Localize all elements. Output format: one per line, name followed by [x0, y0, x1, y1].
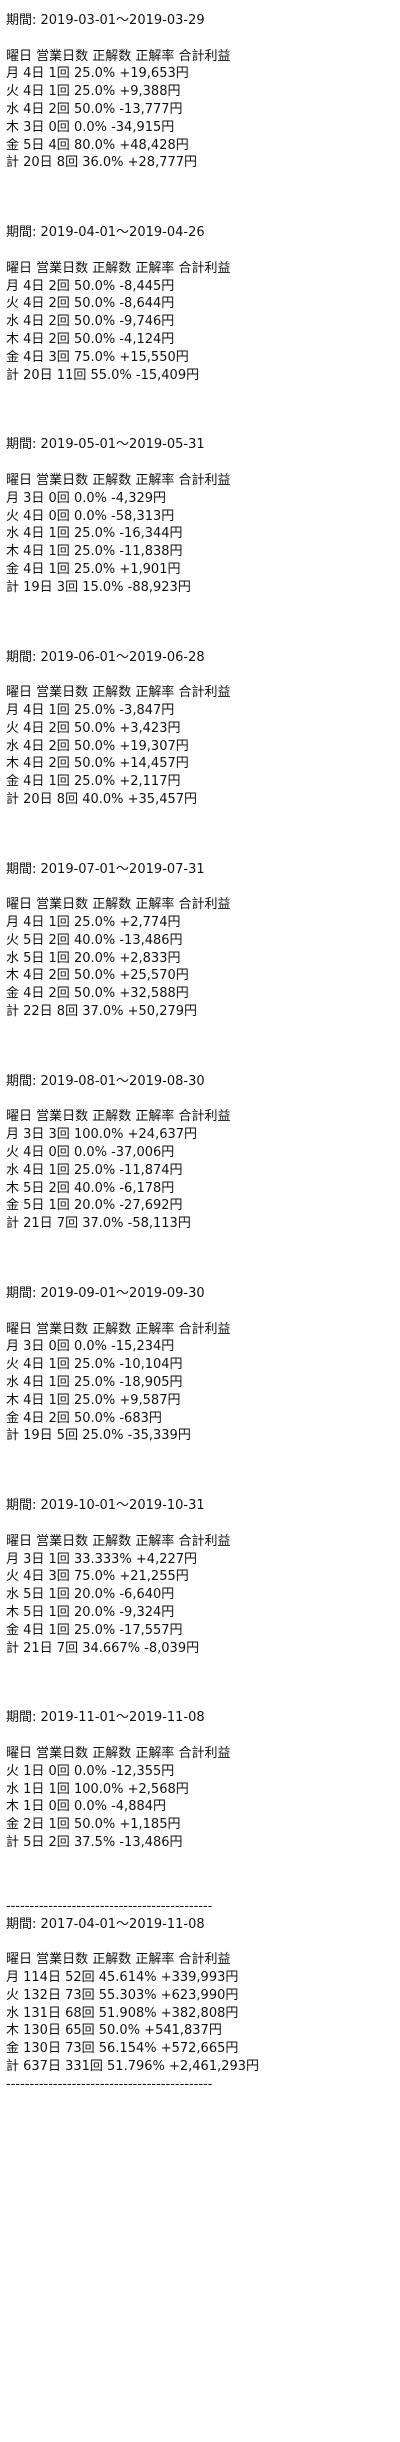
row-wed: 水 4日 1回 25.0% -18,905円 [6, 1375, 183, 1391]
row-fri: 金 4日 3回 75.0% +15,550円 [6, 349, 189, 365]
row-total: 計 20日 8回 36.0% +28,777円 [6, 155, 198, 171]
period-line: 期間: 2019-04-01～2019-04-26 [6, 225, 205, 241]
row-tue: 火 4日 2回 50.0% +3,423円 [6, 720, 181, 736]
row-total: 計 19日 5回 25.0% -35,339円 [6, 1428, 191, 1444]
period-block: 期間: 2019-07-01～2019-07-31 曜日 営業日数 正解数 正解… [6, 861, 400, 1021]
row-thu: 木 5日 2回 40.0% -6,178円 [6, 1180, 175, 1196]
row-total: 計 20日 8回 40.0% +35,457円 [6, 791, 198, 807]
row-wed: 水 131日 68回 51.908% +382,808円 [6, 2005, 239, 2021]
row-tue: 火 4日 1回 25.0% +9,388円 [6, 84, 181, 100]
row-wed: 水 4日 2回 50.0% +19,307円 [6, 738, 189, 754]
summary-divider: ----------------------------------------… [6, 1898, 213, 1914]
column-header: 曜日 営業日数 正解数 正解率 合計利益 [6, 1745, 231, 1761]
period-block: 期間: 2019-06-01～2019-06-28 曜日 営業日数 正解数 正解… [6, 649, 400, 809]
column-header: 曜日 営業日数 正解数 正解率 合計利益 [6, 48, 231, 64]
row-fri: 金 4日 1回 25.0% +2,117円 [6, 774, 181, 790]
row-mon: 月 3日 0回 0.0% -15,234円 [6, 1339, 175, 1355]
row-thu: 木 4日 1回 25.0% -11,838円 [6, 544, 183, 560]
row-mon: 月 114日 52回 45.614% +339,993円 [6, 1969, 239, 1985]
row-fri: 金 5日 4回 80.0% +48,428円 [6, 137, 189, 153]
row-thu: 木 4日 2回 50.0% +25,570円 [6, 968, 189, 984]
period-line: 期間: 2019-11-01～2019-11-08 [6, 1710, 205, 1726]
report-document: 期間: 2019-03-01～2019-03-29 曜日 営業日数 正解数 正解… [0, 0, 400, 2094]
period-block: 期間: 2019-10-01～2019-10-31 曜日 営業日数 正解数 正解… [6, 1497, 400, 1657]
row-total: 計 637日 331回 51.796% +2,461,293円 [6, 2058, 260, 2074]
row-tue: 火 132日 73回 55.303% +623,990円 [6, 1987, 239, 2003]
period-line: 期間: 2019-06-01～2019-06-28 [6, 649, 205, 665]
row-thu: 木 4日 2回 50.0% -4,124円 [6, 331, 175, 347]
row-fri: 金 2日 1回 50.0% +1,185円 [6, 1817, 181, 1833]
column-header: 曜日 営業日数 正解数 正解率 合計利益 [6, 1952, 231, 1968]
row-total: 計 20日 11回 55.0% -15,409円 [6, 367, 200, 383]
row-fri: 金 130日 73回 56.154% +572,665円 [6, 2041, 239, 2057]
row-mon: 月 4日 1回 25.0% -3,847円 [6, 702, 175, 718]
column-header: 曜日 営業日数 正解数 正解率 合計利益 [6, 260, 231, 276]
row-tue: 火 5日 2回 40.0% -13,486円 [6, 932, 183, 948]
column-header: 曜日 営業日数 正解数 正解率 合計利益 [6, 1533, 231, 1549]
row-mon: 月 3日 1回 33.333% +4,227円 [6, 1551, 198, 1567]
row-mon: 月 4日 1回 25.0% +19,653円 [6, 66, 189, 82]
period-line: 期間: 2019-10-01～2019-10-31 [6, 1498, 205, 1514]
row-total: 計 21日 7回 37.0% -58,113円 [6, 1216, 191, 1232]
row-fri: 金 4日 2回 50.0% +32,588円 [6, 986, 189, 1002]
row-tue: 火 4日 2回 50.0% -8,644円 [6, 296, 175, 312]
period-block: 期間: 2019-08-01～2019-08-30 曜日 営業日数 正解数 正解… [6, 1073, 400, 1233]
row-thu: 木 130日 65回 50.0% +541,837円 [6, 2023, 222, 2039]
row-total: 計 19日 3回 15.0% -88,923円 [6, 579, 191, 595]
row-total: 計 21日 7回 34.667% -8,039円 [6, 1640, 200, 1656]
row-fri: 金 5日 1回 20.0% -27,692円 [6, 1198, 183, 1214]
column-header: 曜日 営業日数 正解数 正解率 合計利益 [6, 1321, 231, 1337]
summary-block: 期間: 2017-04-01～2019-11-08 曜日 営業日数 正解数 正解… [6, 1916, 400, 2094]
row-fri: 金 4日 1回 25.0% +1,901円 [6, 561, 181, 577]
row-wed: 水 5日 1回 20.0% -6,640円 [6, 1587, 175, 1603]
row-tue: 火 4日 3回 75.0% +21,255円 [6, 1569, 189, 1585]
row-wed: 水 1日 1回 100.0% +2,568円 [6, 1781, 189, 1797]
row-tue: 火 1日 0回 0.0% -12,355円 [6, 1763, 175, 1779]
period-block: 期間: 2019-05-01～2019-05-31 曜日 営業日数 正解数 正解… [6, 436, 400, 596]
column-header: 曜日 営業日数 正解数 正解率 合計利益 [6, 1109, 231, 1125]
row-tue: 火 4日 0回 0.0% -58,313円 [6, 508, 175, 524]
row-total: 計 5日 2回 37.5% -13,486円 [6, 1834, 183, 1850]
row-mon: 月 3日 0回 0.0% -4,329円 [6, 490, 167, 506]
row-total: 計 22日 8回 37.0% +50,279円 [6, 1004, 198, 1020]
period-line: 期間: 2019-05-01～2019-05-31 [6, 437, 205, 453]
row-wed: 水 4日 1回 25.0% -11,874円 [6, 1162, 183, 1178]
row-wed: 水 4日 1回 25.0% -16,344円 [6, 526, 183, 542]
period-block: 期間: 2019-04-01～2019-04-26 曜日 営業日数 正解数 正解… [6, 224, 400, 384]
period-line: 期間: 2019-09-01～2019-09-30 [6, 1286, 205, 1302]
row-mon: 月 4日 1回 25.0% +2,774円 [6, 915, 181, 931]
column-header: 曜日 営業日数 正解数 正解率 合計利益 [6, 472, 231, 488]
row-thu: 木 5日 1回 20.0% -9,324円 [6, 1604, 175, 1620]
row-tue: 火 4日 1回 25.0% -10,104円 [6, 1357, 183, 1373]
period-line: 期間: 2019-08-01～2019-08-30 [6, 1073, 205, 1089]
row-thu: 木 4日 2回 50.0% +14,457円 [6, 756, 189, 772]
row-tue: 火 4日 0回 0.0% -37,006円 [6, 1145, 175, 1161]
row-mon: 月 3日 3回 100.0% +24,637円 [6, 1127, 198, 1143]
row-fri: 金 4日 1回 25.0% -17,557円 [6, 1622, 183, 1638]
column-header: 曜日 営業日数 正解数 正解率 合計利益 [6, 685, 231, 701]
period-block: 期間: 2019-03-01～2019-03-29 曜日 営業日数 正解数 正解… [6, 12, 400, 172]
row-thu: 木 1日 0回 0.0% -4,884円 [6, 1799, 167, 1815]
period-line: 期間: 2019-03-01～2019-03-29 [6, 13, 205, 28]
period-block: 期間: 2019-11-01～2019-11-08 曜日 営業日数 正解数 正解… [6, 1709, 400, 1851]
row-thu: 木 4日 1回 25.0% +9,587円 [6, 1392, 181, 1408]
row-fri: 金 4日 2回 50.0% -683円 [6, 1410, 162, 1426]
period-line: 期間: 2019-07-01～2019-07-31 [6, 861, 205, 877]
bottom-divider: ----------------------------------------… [6, 2076, 213, 2092]
row-wed: 水 4日 2回 50.0% -13,777円 [6, 101, 183, 117]
column-header: 曜日 営業日数 正解数 正解率 合計利益 [6, 897, 231, 913]
row-wed: 水 5日 1回 20.0% +2,833円 [6, 950, 181, 966]
row-mon: 月 4日 2回 50.0% -8,445円 [6, 278, 175, 294]
row-thu: 木 3日 0回 0.0% -34,915円 [6, 119, 175, 135]
row-wed: 水 4日 2回 50.0% -9,746円 [6, 314, 175, 330]
period-line: 期間: 2017-04-01～2019-11-08 [6, 1916, 205, 1932]
period-block: 期間: 2019-09-01～2019-09-30 曜日 営業日数 正解数 正解… [6, 1285, 400, 1445]
